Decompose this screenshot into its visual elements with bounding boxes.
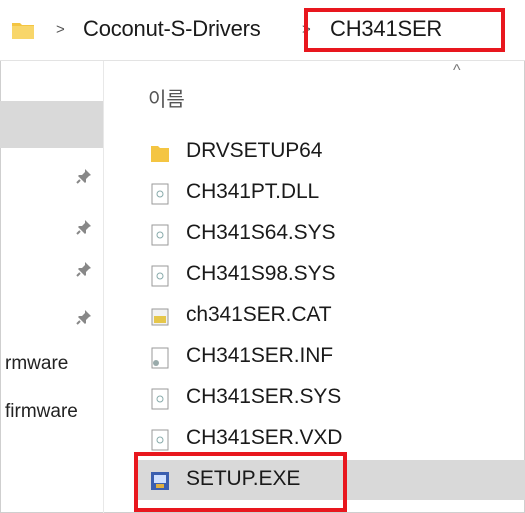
file-name: CH341SER.VXD xyxy=(186,426,343,449)
nav-item-rmware[interactable]: rmware xyxy=(5,353,68,375)
file-name: DRVSETUP64 xyxy=(186,139,323,162)
nav-item-selected[interactable] xyxy=(0,101,103,148)
pin-icon[interactable] xyxy=(76,261,92,277)
system-file-icon xyxy=(151,388,169,410)
system-file-icon xyxy=(151,224,169,246)
file-row-ch341ser-inf[interactable]: CH341SER.INF xyxy=(134,337,525,377)
dll-file-icon xyxy=(151,183,169,205)
column-header-name[interactable]: 이름 xyxy=(148,83,185,112)
folder-icon xyxy=(151,146,169,162)
sort-ascending-icon: ^ xyxy=(453,62,461,79)
file-name: ch341SER.CAT xyxy=(186,303,332,326)
highlight-box-setup-exe xyxy=(134,452,347,512)
pin-icon[interactable] xyxy=(76,219,92,235)
file-name: CH341SER.SYS xyxy=(186,385,342,408)
folder-icon xyxy=(12,23,34,39)
navigation-pane: rmware firmware xyxy=(0,61,104,513)
setup-info-file-icon xyxy=(151,347,169,369)
file-row-drvsetup64[interactable]: DRVSETUP64 xyxy=(134,132,525,172)
file-row-ch341ser-sys[interactable]: CH341SER.SYS xyxy=(134,378,525,418)
file-row-ch341ser-cat[interactable]: ch341SER.CAT xyxy=(134,296,525,336)
file-name: CH341SER.INF xyxy=(186,344,334,367)
file-row-ch341s64-sys[interactable]: CH341S64.SYS xyxy=(134,214,525,254)
file-row-ch341pt-dll[interactable]: CH341PT.DLL xyxy=(134,173,525,213)
file-name: CH341S98.SYS xyxy=(186,262,336,285)
breadcrumb-item-coconut-s-drivers[interactable]: Coconut-S-Drivers xyxy=(83,16,261,42)
catalog-file-icon xyxy=(151,308,169,326)
pin-icon[interactable] xyxy=(76,309,92,325)
system-file-icon xyxy=(151,429,169,451)
file-name: CH341S64.SYS xyxy=(186,221,336,244)
nav-item-firmware[interactable]: firmware xyxy=(5,401,78,423)
system-file-icon xyxy=(151,265,169,287)
file-name: CH341PT.DLL xyxy=(186,180,320,203)
breadcrumb-separator[interactable]: > xyxy=(56,21,65,38)
highlight-box-breadcrumb xyxy=(304,8,505,52)
pin-icon[interactable] xyxy=(76,168,92,184)
file-row-ch341s98-sys[interactable]: CH341S98.SYS xyxy=(134,255,525,295)
